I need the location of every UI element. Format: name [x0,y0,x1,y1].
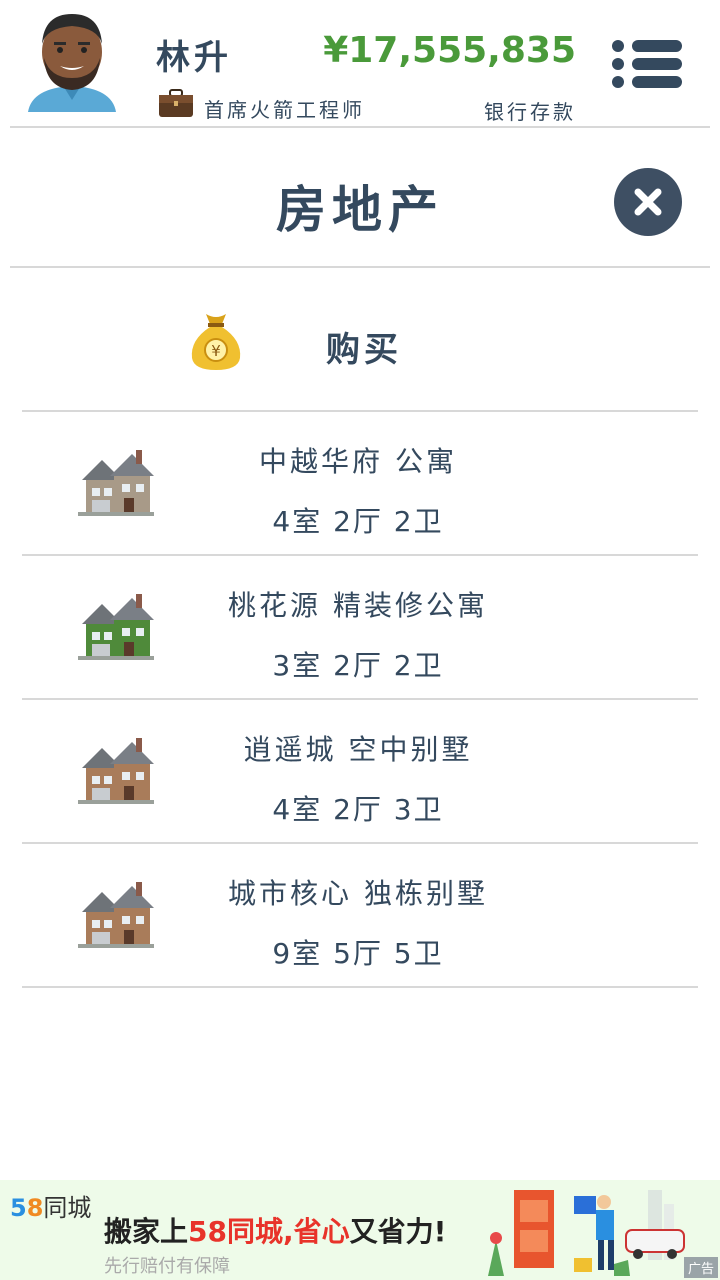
property-rooms: 4室 2厅 3卫 [272,793,444,826]
property-divider [22,986,698,988]
property-item[interactable]: 桃花源 精装修公寓 3室 2厅 2卫 [22,556,698,700]
property-rooms: 9室 5厅 5卫 [272,937,444,970]
property-name: 城市核心 独栋别墅 [228,877,488,910]
property-name: 中越华府 公寓 [259,445,457,478]
player-avatar[interactable] [24,8,120,118]
bank-balance: ¥17,555,835 [323,30,576,71]
ad-logo-digit: 5 [10,1194,27,1222]
property-item[interactable]: 逍遥城 空中别墅 4室 2厅 3卫 [22,700,698,844]
menu-icon-dot [612,58,624,70]
ad-subtitle: 先行赔付有保障 [104,1256,230,1277]
menu-icon-bar [632,40,682,52]
property-name: 逍遥城 空中别墅 [243,733,473,766]
briefcase-icon [159,89,193,117]
ad-headline-text: 又省力! [349,1215,447,1248]
ad-logo: 58同城 [10,1188,91,1223]
property-item[interactable]: 城市核心 独栋别墅 9室 5厅 5卫 [22,844,698,988]
ad-illustration [488,1190,685,1276]
house-icon [78,882,154,948]
property-rooms: 4室 2厅 2卫 [272,505,444,538]
page-title: 房地产 [276,181,444,239]
ad-logo-text: 同城 [43,1194,92,1222]
property-item[interactable]: 中越华府 公寓 4室 2厅 2卫 [22,412,698,556]
buy-label: 购买 [326,330,402,370]
ad-banner[interactable]: 58同城 搬家上58同城,省心又省力! 先行赔付有保障 广告 [0,1180,720,1280]
ad-headline-text: 搬家上 [104,1215,189,1248]
house-icon [78,450,154,516]
property-rooms: 3室 2厅 2卫 [272,649,444,682]
bank-balance-label: 银行存款 [484,100,576,124]
property-name: 桃花源 精装修公寓 [228,589,488,622]
ad-logo-digit: 8 [26,1194,44,1222]
close-button[interactable] [614,168,682,236]
menu-icon-bar [632,76,682,88]
house-icon [78,738,154,804]
ad-tag: 广告 [683,1257,718,1278]
ad-headline-highlight: 58同城,省心 [188,1215,350,1248]
menu-icon-dot [612,76,624,88]
menu-button[interactable] [612,36,684,92]
title-divider [10,266,710,268]
close-icon [634,188,662,216]
menu-icon-bar [632,58,682,70]
ad-headline: 搬家上58同城,省心又省力! [104,1210,446,1250]
status-header: 林升 首席火箭工程师 ¥17,555,835 银行存款 [0,0,720,128]
svg-text:¥: ¥ [211,342,221,360]
job-title: 首席火箭工程师 [204,98,365,122]
buy-button[interactable]: ¥ 购买 [0,292,720,410]
house-icon [78,594,154,660]
player-name: 林升 [156,38,232,78]
menu-icon-dot [612,40,624,52]
money-bag-icon: ¥ [191,314,241,370]
header-divider [10,126,710,128]
